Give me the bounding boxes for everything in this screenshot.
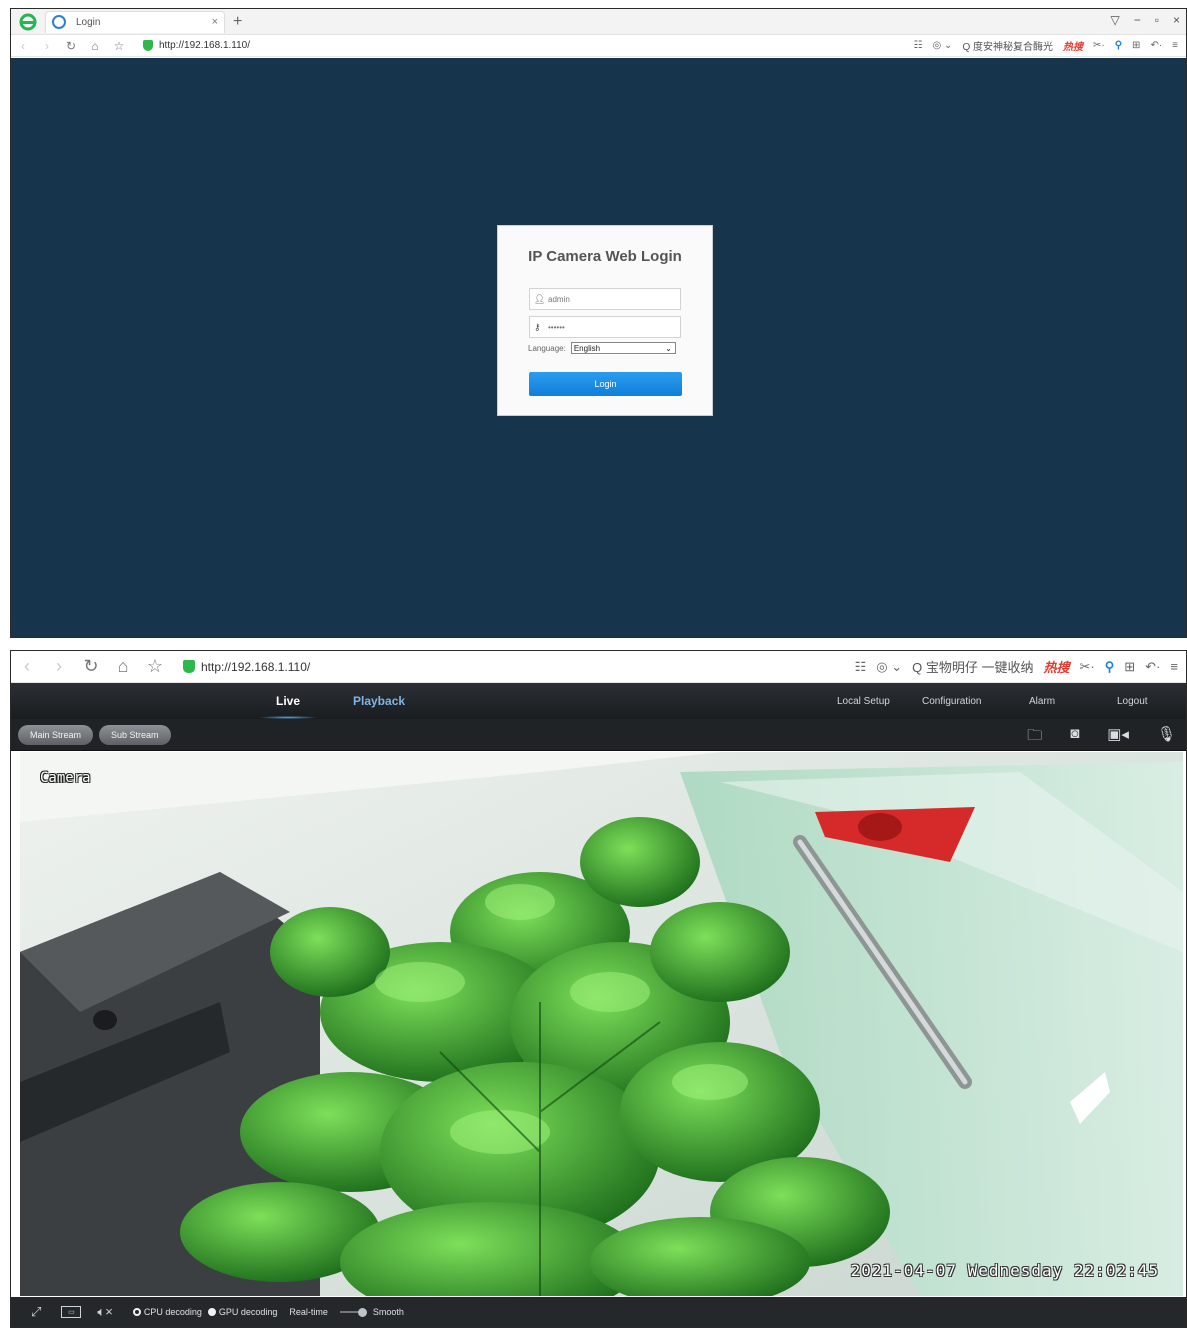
language-row: Language: English ⌄ [528,342,676,354]
url-field[interactable]: http://192.168.1.110/ [201,660,855,674]
aspect-ratio-icon[interactable]: ▭ [61,1306,82,1318]
address-bar: ‹ › ↻ ⌂ ☆ http://192.168.1.110/ ☷ ◎ ⌄ Q … [11,35,1186,57]
shield-icon [143,40,153,51]
apps-grid-icon[interactable]: ⊞ [1124,659,1135,675]
home-icon[interactable]: ⌂ [83,39,107,53]
latency-slider[interactable] [339,1307,367,1317]
back-icon[interactable]: ‹ [11,656,43,677]
scissors-icon[interactable]: ✂· [1080,659,1095,675]
language-selected: English [573,343,601,353]
gpu-decoding-label: GPU decoding [218,1307,278,1317]
browser-tab-bar: Login × + ▽ − ▫ × [11,9,1186,35]
url-field[interactable]: http://192.168.1.110/ [159,40,914,51]
language-select[interactable]: English ⌄ [570,342,676,354]
playback-control-bar: ⤢ ▭ 🔈︎× CPU decoding GPU decoding Real-t… [11,1297,1186,1327]
search-box[interactable]: Q 宝物明仔 一键收纳 [912,657,1033,676]
nav-alarm[interactable]: Alarm [1029,683,1055,719]
scissors-icon[interactable]: ✂· [1093,40,1105,51]
address-bar-tools: ☷ ◎ ⌄ Q 度安神秘复合酶光 热搜 ✂· ⚲ ⊞ ↶· ≡ [914,38,1186,53]
snapshot-icon[interactable]: ◙ [1070,725,1079,750]
gpu-decoding-radio[interactable]: GPU decoding [207,1307,278,1317]
zoom-icon[interactable]: ⚲ [1105,659,1115,675]
login-dialog: IP Camera Web Login 👤︎ admin ⚷ •••••• La… [497,225,713,416]
maximize-icon[interactable]: ▫ [1155,13,1159,27]
apps-grid-icon[interactable]: ⊞ [1132,40,1140,51]
login-title: IP Camera Web Login [528,248,682,265]
live-tool-icons: 🗀︎ ◙ ▣◂ 🎙︎ [1027,725,1176,750]
new-tab-button[interactable]: + [233,13,242,31]
refresh-icon[interactable]: ↻ [59,39,83,53]
live-browser-window: ‹ › ↻ ⌂ ☆ http://192.168.1.110/ ☷ ◎ ⌄ Q … [10,650,1187,1328]
cpu-decoding-label: CPU decoding [143,1307,202,1317]
slider-knob[interactable] [357,1307,367,1317]
window-controls: ▽ − ▫ × [1110,13,1180,27]
chevron-down-icon: ⌄ [665,343,672,353]
minimize-icon[interactable]: − [1134,13,1141,27]
key-icon: ⚷ [534,321,541,332]
login-button[interactable]: Login [529,372,682,396]
zoom-icon[interactable]: ⚲ [1115,40,1122,51]
favorite-icon[interactable]: ☆ [107,39,131,53]
login-page-background: IP Camera Web Login 👤︎ admin ⚷ •••••• La… [11,58,1186,637]
microphone-icon[interactable]: 🎙︎ [1157,725,1176,750]
forward-icon[interactable]: › [43,656,75,677]
back-icon[interactable]: ‹ [11,39,35,53]
record-icon[interactable]: ▣◂ [1107,725,1129,750]
login-browser-window: Login × + ▽ − ▫ × ‹ › ↻ ⌂ ☆ http://192.1… [10,8,1187,638]
home-icon[interactable]: ⌂ [107,656,139,677]
slider-track [339,1311,358,1313]
cpu-decoding-radio[interactable]: CPU decoding [132,1307,202,1317]
cpu-decoding-radio-dot [132,1308,141,1316]
reader-icon[interactable]: ☷ [914,40,923,51]
folder-search-icon[interactable]: 🗀︎ [1027,725,1042,750]
address-bar-tools: ☷ ◎ ⌄ Q 宝物明仔 一键收纳 热搜 ✂· ⚲ ⊞ ↶· ≡ [855,657,1186,676]
username-field[interactable]: 👤︎ admin [529,288,681,310]
hot-search-tag[interactable]: 热搜 [1063,38,1083,53]
gpu-decoding-radio-dot [207,1308,216,1316]
close-window-icon[interactable]: × [1173,13,1180,27]
address-bar: ‹ › ↻ ⌂ ☆ http://192.168.1.110/ ☷ ◎ ⌄ Q … [11,651,1186,683]
refresh-icon[interactable]: ↻ [75,656,107,677]
undo-icon[interactable]: ↶· [1150,40,1162,51]
favorite-icon[interactable]: ☆ [139,656,171,677]
compat-icon[interactable]: ◎ ⌄ [933,40,953,51]
nav-live[interactable]: Live [257,683,319,719]
sub-stream-button[interactable]: Sub Stream [99,724,171,745]
camera-nav-bar: Live Playback Local Setup Configuration … [11,683,1186,719]
language-label: Language: [528,343,566,353]
password-field[interactable]: ⚷ •••••• [529,316,681,338]
main-stream-button[interactable]: Main Stream [18,724,94,745]
skin-icon[interactable]: ▽ [1110,13,1119,27]
mute-icon[interactable]: 🔈︎× [97,1304,112,1320]
forward-icon[interactable]: › [35,39,59,53]
live-video-feed[interactable]: Camera 2021-04-07 Wednesday 22:02:45 [20,752,1183,1296]
user-icon: 👤︎ [534,293,546,304]
shield-icon [183,660,195,673]
tab-favicon-icon [52,15,66,29]
camera-name-overlay: Camera [40,770,91,786]
compat-icon[interactable]: ◎ ⌄ [876,659,902,675]
tab-title: Login [76,16,101,28]
nav-local-setup[interactable]: Local Setup [837,683,890,719]
nav-playback[interactable]: Playback [353,683,405,719]
undo-icon[interactable]: ↶· [1145,659,1160,675]
menu-icon[interactable]: ≡ [1170,659,1178,674]
password-value: •••••• [548,322,565,332]
smooth-label: Smooth [372,1307,404,1317]
fullscreen-icon[interactable]: ⤢ [31,1304,41,1320]
browser-logo-icon [17,11,39,33]
tab-close-icon[interactable]: × [212,16,218,28]
search-box[interactable]: Q 度安神秘复合酶光 [962,38,1053,53]
browser-tab[interactable]: Login × [45,10,225,33]
timestamp-overlay: 2021-04-07 Wednesday 22:02:45 [850,1261,1159,1280]
menu-icon[interactable]: ≡ [1172,40,1178,51]
nav-logout[interactable]: Logout [1117,683,1148,719]
stream-toolbar: Main Stream Sub Stream 🗀︎ ◙ ▣◂ 🎙︎ [11,719,1186,751]
camera-scene-image [20,752,1183,1296]
username-value: admin [548,294,570,304]
reader-icon[interactable]: ☷ [855,659,867,675]
hot-search-tag[interactable]: 热搜 [1043,657,1069,676]
nav-configuration[interactable]: Configuration [922,683,981,719]
realtime-label: Real-time [289,1307,328,1317]
